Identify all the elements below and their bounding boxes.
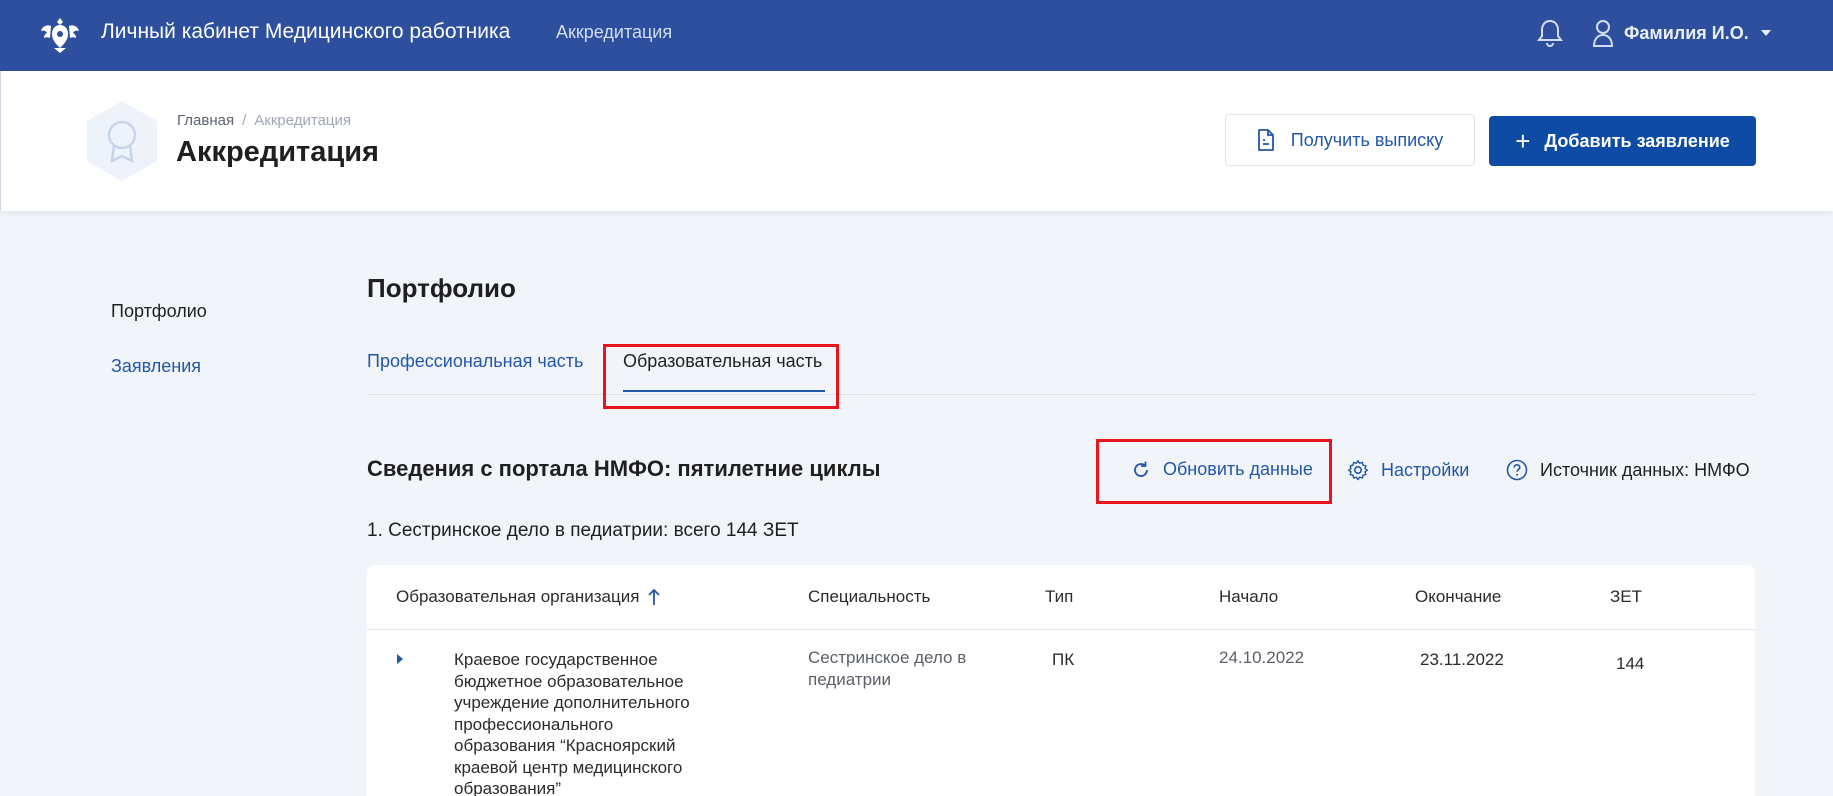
cell-org: Краевое государственное бюджетное образо… xyxy=(454,650,690,796)
data-source-label: Источник данных: НМФО xyxy=(1540,459,1750,480)
emblem-icon[interactable] xyxy=(38,12,82,56)
tab-professional[interactable]: Профессиональная часть xyxy=(367,351,583,372)
cycle-title: 1. Сестринское дело в педиатрии: всего 1… xyxy=(367,520,799,541)
cell-start: 24.10.2022 xyxy=(1219,648,1305,667)
column-header-end: Окончание xyxy=(1415,587,1502,606)
highlight-box-tab xyxy=(603,344,839,409)
tabs-divider xyxy=(367,394,1755,395)
column-header-start: Начало xyxy=(1219,587,1279,606)
page-title: Аккредитация xyxy=(176,136,379,168)
column-header-specialty: Специальность xyxy=(808,587,931,606)
breadcrumb-current: Аккредитация xyxy=(254,112,352,129)
app-title: Личный кабинет Медицинского работника xyxy=(101,20,511,43)
breadcrumb-home[interactable]: Главная xyxy=(177,112,234,129)
column-header-type: Тип xyxy=(1045,587,1074,606)
user-icon xyxy=(1592,20,1614,47)
section-title: Портфолио xyxy=(367,273,516,303)
data-source: Источник данных: НМФО xyxy=(1506,459,1750,481)
user-menu[interactable]: Фамилия И.О. xyxy=(1592,15,1771,51)
document-icon xyxy=(1257,129,1274,151)
sidebar-item-applications[interactable]: Заявления xyxy=(111,356,201,377)
cell-type: ПК xyxy=(1052,650,1075,669)
sort-ascending-icon[interactable] xyxy=(647,588,661,606)
breadcrumb: Главная / Аккредитация xyxy=(177,112,351,129)
expand-row-icon[interactable] xyxy=(397,654,403,664)
get-statement-button[interactable]: Получить выписку xyxy=(1225,114,1475,166)
cell-specialty: Сестринское дело в педиатрии xyxy=(808,648,967,689)
breadcrumb-separator: / xyxy=(242,112,247,129)
table-header-divider xyxy=(367,629,1755,630)
top-bar: Личный кабинет Медицинского работника Ак… xyxy=(0,0,1833,71)
cell-end: 23.11.2022 xyxy=(1420,650,1504,669)
page-header: Главная / Аккредитация Аккредитация Получи… xyxy=(0,71,1833,211)
caret-down-icon xyxy=(1760,30,1771,36)
cell-zet: 144 xyxy=(1616,654,1645,673)
add-application-label: Добавить заявление xyxy=(1544,130,1730,151)
column-header-zet: ЗЕТ xyxy=(1610,587,1642,606)
courses-table: Образовательная организация Специальност… xyxy=(367,565,1755,796)
add-application-button[interactable]: + Добавить заявление xyxy=(1489,116,1756,166)
get-statement-label: Получить выписку xyxy=(1290,129,1444,150)
user-name: Фамилия И.О. xyxy=(1624,22,1749,43)
help-icon[interactable] xyxy=(1506,459,1528,481)
highlight-box-refresh xyxy=(1096,439,1332,504)
sidebar-item-portfolio[interactable]: Портфолио xyxy=(111,301,207,322)
bell-icon[interactable] xyxy=(1536,18,1564,48)
settings-label: Настройки xyxy=(1381,459,1470,480)
column-header-org-label: Образовательная организация xyxy=(396,587,640,606)
plus-icon: + xyxy=(1515,126,1531,156)
award-badge-icon xyxy=(87,101,157,181)
settings-button[interactable]: Настройки xyxy=(1347,459,1469,481)
nmfo-section-title: Сведения с портала НМФО: пятилетние цикл… xyxy=(367,456,881,481)
column-header-org[interactable]: Образовательная организация xyxy=(396,587,661,607)
nav-link-accreditation[interactable]: Аккредитация xyxy=(556,22,672,43)
gear-icon xyxy=(1347,460,1369,481)
